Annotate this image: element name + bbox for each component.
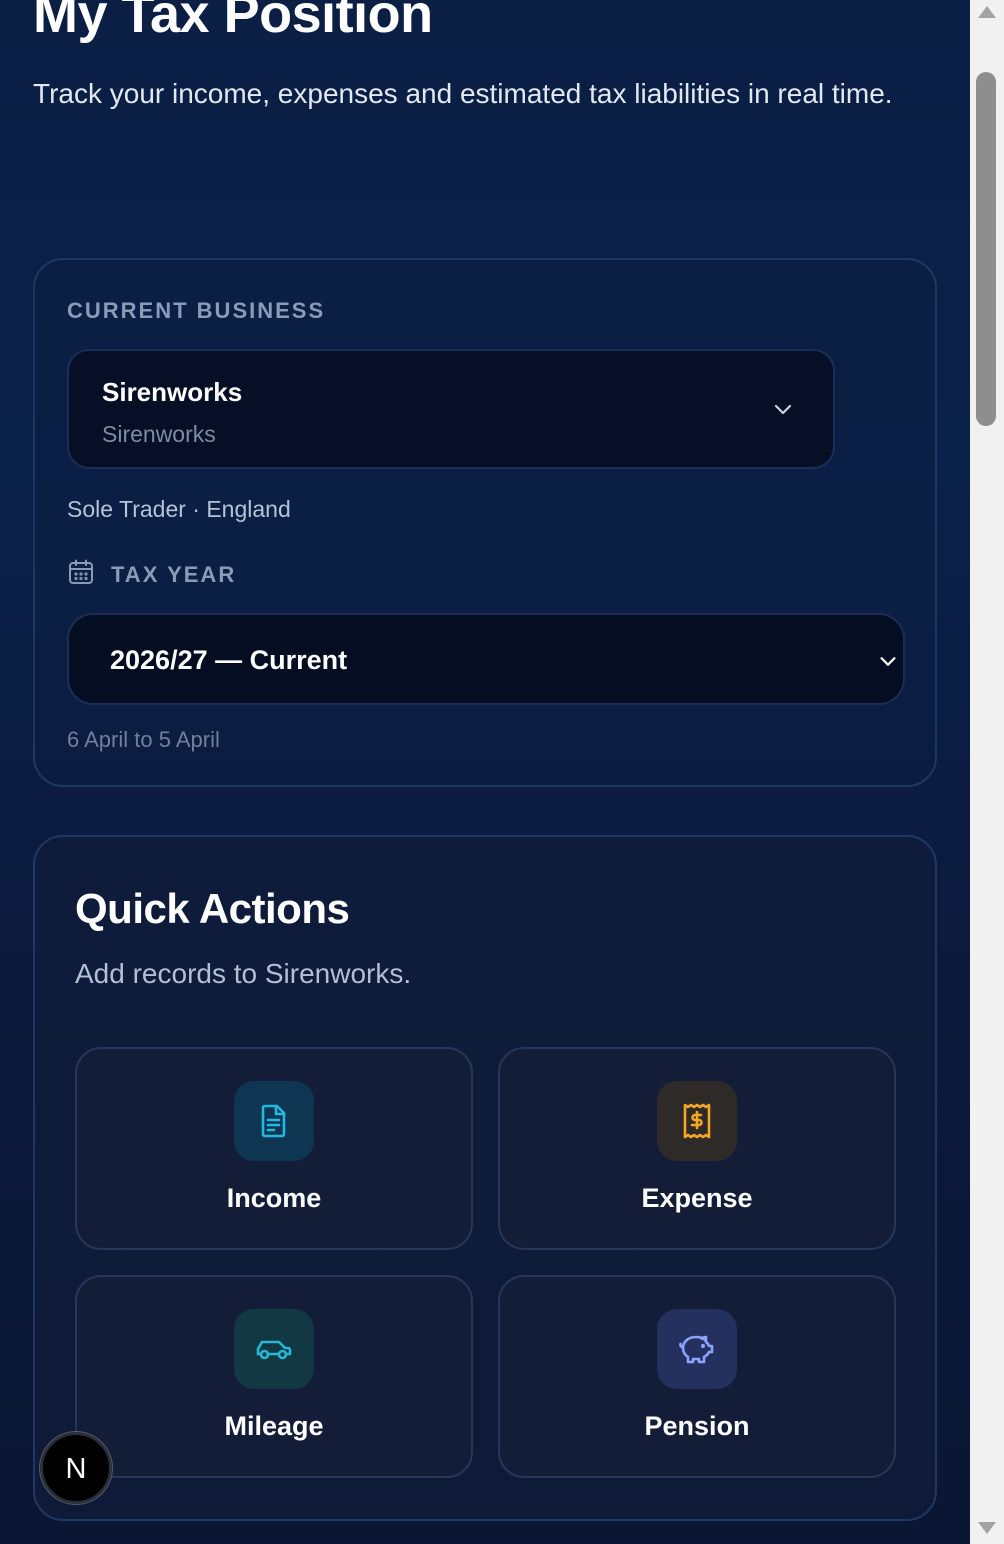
scroll-up-arrow-icon[interactable] bbox=[978, 6, 996, 18]
document-icon bbox=[234, 1081, 314, 1161]
piggy-bank-icon bbox=[657, 1309, 737, 1389]
scrollbar-thumb[interactable] bbox=[976, 72, 996, 426]
income-action-button[interactable]: Income bbox=[75, 1047, 473, 1250]
mileage-action-button[interactable]: Mileage bbox=[75, 1275, 473, 1478]
car-icon bbox=[234, 1309, 314, 1389]
chevron-down-icon bbox=[774, 404, 792, 415]
expense-action-label: Expense bbox=[641, 1183, 753, 1213]
page: My Tax Position Track your income, expen… bbox=[0, 0, 970, 1544]
quick-actions-subtitle: Add records to Sirenworks. bbox=[75, 958, 412, 989]
business-select-subtitle: Sirenworks bbox=[102, 421, 216, 447]
business-meta: Sole Trader · England bbox=[67, 496, 291, 522]
page-title: My Tax Position bbox=[33, 0, 433, 44]
page-subtitle: Track your income, expenses and estimate… bbox=[33, 78, 893, 109]
current-business-label: CURRENT BUSINESS bbox=[67, 298, 326, 323]
mileage-action-label: Mileage bbox=[224, 1411, 324, 1441]
calendar-icon bbox=[69, 559, 93, 584]
receipt-icon bbox=[657, 1081, 737, 1161]
n-logo-icon: N bbox=[66, 1453, 87, 1483]
pension-action-label: Pension bbox=[644, 1411, 750, 1441]
business-select-name: Sirenworks bbox=[102, 377, 243, 407]
business-select[interactable]: Sirenworks Sirenworks bbox=[67, 349, 835, 469]
n-logo-letter: N bbox=[66, 1453, 87, 1483]
tax-year-label: TAX YEAR bbox=[111, 562, 237, 587]
dev-tools-badge[interactable]: N bbox=[40, 1432, 112, 1504]
business-card: CURRENT BUSINESS Sirenworks Sirenworks S… bbox=[33, 258, 937, 787]
chevron-down-icon bbox=[880, 657, 896, 666]
tax-year-range: 6 April to 5 April bbox=[67, 727, 220, 752]
scroll-down-arrow-icon[interactable] bbox=[978, 1522, 996, 1534]
quick-actions-card: Quick Actions Add records to Sirenworks.… bbox=[33, 835, 937, 1521]
tax-year-select[interactable]: 2026/27 — Current bbox=[67, 613, 905, 705]
expense-action-button[interactable]: Expense bbox=[498, 1047, 896, 1250]
income-action-label: Income bbox=[226, 1183, 322, 1213]
pension-action-button[interactable]: Pension bbox=[498, 1275, 896, 1478]
quick-actions-title: Quick Actions bbox=[75, 885, 350, 932]
tax-year-select-value: 2026/27 — Current bbox=[110, 645, 348, 675]
vertical-scrollbar[interactable] bbox=[970, 0, 1004, 1544]
